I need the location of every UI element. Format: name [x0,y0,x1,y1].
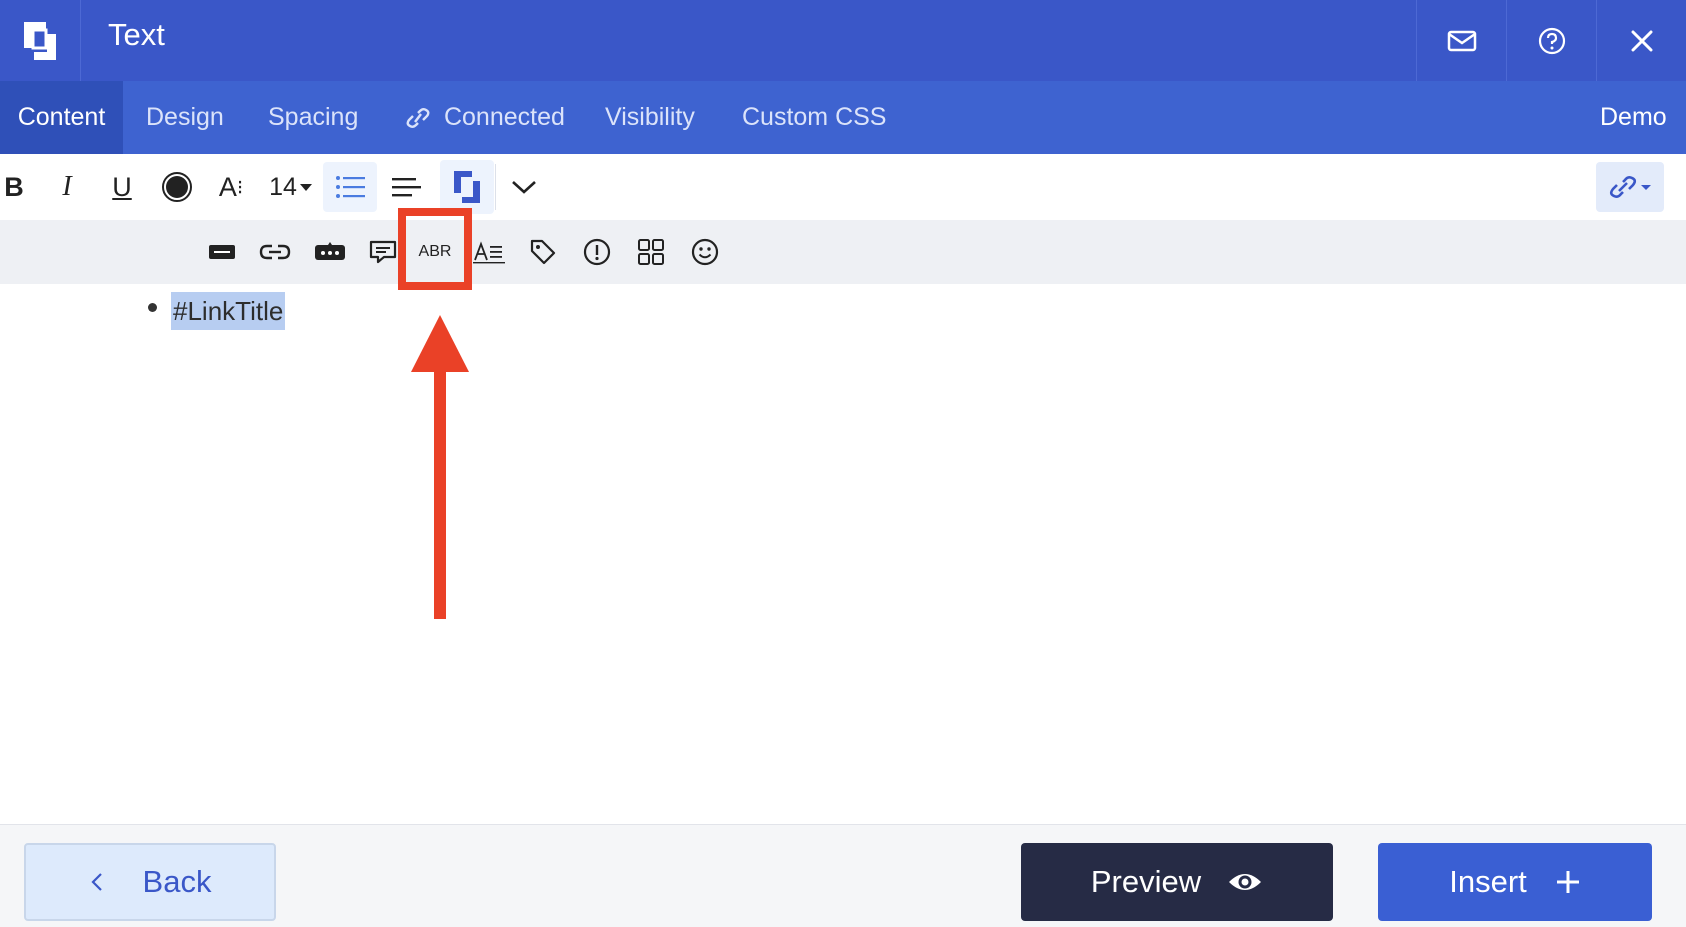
tab-content-label: Content [17,103,106,131]
plus-icon [1556,871,1579,893]
tab-bar: Content Design Spacing Connected Visibil… [0,81,1686,154]
tab-design[interactable]: Design [146,81,224,154]
alert-button[interactable] [580,234,614,270]
mail-icon [1447,30,1477,51]
highlight-box [398,208,472,290]
bullet-list-icon [336,176,365,198]
mail-button[interactable] [1416,0,1507,81]
italic-button[interactable]: I [52,168,82,206]
app-logo [0,0,81,81]
align-button[interactable] [388,169,424,205]
tag-icon [530,239,556,265]
horizontal-rule-icon [209,245,235,259]
footer-bar: Back Preview Insert [0,824,1686,927]
list-bullet [148,303,157,312]
bullet-list-button[interactable] [323,162,377,212]
align-left-icon [392,178,421,197]
close-button[interactable] [1596,0,1686,81]
insert-toolbar: ABR [0,220,1686,284]
plugin-button[interactable] [440,160,494,214]
insert-link-button[interactable] [258,234,292,270]
plugin-logo-icon [454,171,480,203]
tab-connected-label: Connected [443,103,565,131]
tag-button[interactable] [526,234,560,270]
color-circle-icon [162,172,192,202]
arrow-head-icon [411,315,469,372]
tab-spacing[interactable]: Spacing [268,81,358,154]
link-icon [259,244,291,260]
preview-button[interactable]: Preview [1021,843,1333,921]
help-icon [1538,27,1566,54]
emoji-button[interactable] [688,234,722,270]
preview-label: Preview [1090,864,1202,899]
arrow-shaft [434,366,446,619]
close-icon [1631,30,1653,51]
divider-button[interactable] [206,234,238,270]
font-size-prefix: A [218,171,237,202]
tooltip-button[interactable] [366,234,400,270]
button-insert-button[interactable] [313,234,347,270]
text-color-button[interactable] [160,169,194,205]
dialog-title: Text [108,17,165,52]
text-editor-dialog: Text Content Design Spacing Connected Vi… [0,0,1686,927]
tab-custom-css-label: Custom CSS [742,103,887,131]
eye-icon [1229,874,1262,890]
font-size-separator: ⁝ [236,176,244,199]
text-style-button[interactable] [472,234,506,270]
connect-dropdown-button[interactable] [1596,162,1664,212]
chevron-left-icon [90,873,102,891]
tab-design-label: Design [146,103,224,131]
grid-icon [638,239,664,265]
link-dropdown-icon [1609,176,1651,198]
demo-link[interactable]: Demo [1600,81,1667,154]
toolbar-divider [495,164,496,210]
back-button[interactable]: Back [24,843,276,921]
text-align-letter-icon [473,241,505,264]
bold-button[interactable]: B [0,168,28,206]
insert-button[interactable]: Insert [1378,843,1652,921]
link-icon [406,108,430,129]
tab-visibility[interactable]: Visibility [605,81,695,154]
formatting-toolbar: B I U A ⁝ 14 [0,154,1686,220]
font-size-value: 14 [269,172,297,201]
tab-spacing-label: Spacing [268,103,359,131]
underline-button[interactable]: U [107,168,137,206]
back-label: Back [142,864,212,899]
caret-down-icon [299,184,312,191]
tab-visibility-label: Visibility [605,103,695,131]
help-button[interactable] [1506,0,1597,81]
tab-content[interactable]: Content [0,81,123,154]
logo-icon [24,21,56,60]
editor-area[interactable] [0,284,1686,824]
header-bar: Text [0,0,1686,81]
tab-custom-css[interactable]: Custom CSS [742,81,886,154]
alert-circle-icon [583,238,611,266]
insert-label: Insert [1449,864,1527,899]
font-size-dropdown[interactable]: 14 [266,168,316,206]
button-icon [315,242,345,260]
list-item[interactable]: #LinkTitle [171,292,286,330]
smiley-icon [691,238,719,266]
font-size-label: A ⁝ [215,168,247,206]
comment-icon [369,240,397,264]
chevron-down-icon [512,181,536,194]
tab-connected[interactable]: Connected [403,81,565,154]
grid-button[interactable] [634,234,668,270]
more-tools-button[interactable] [506,169,542,205]
